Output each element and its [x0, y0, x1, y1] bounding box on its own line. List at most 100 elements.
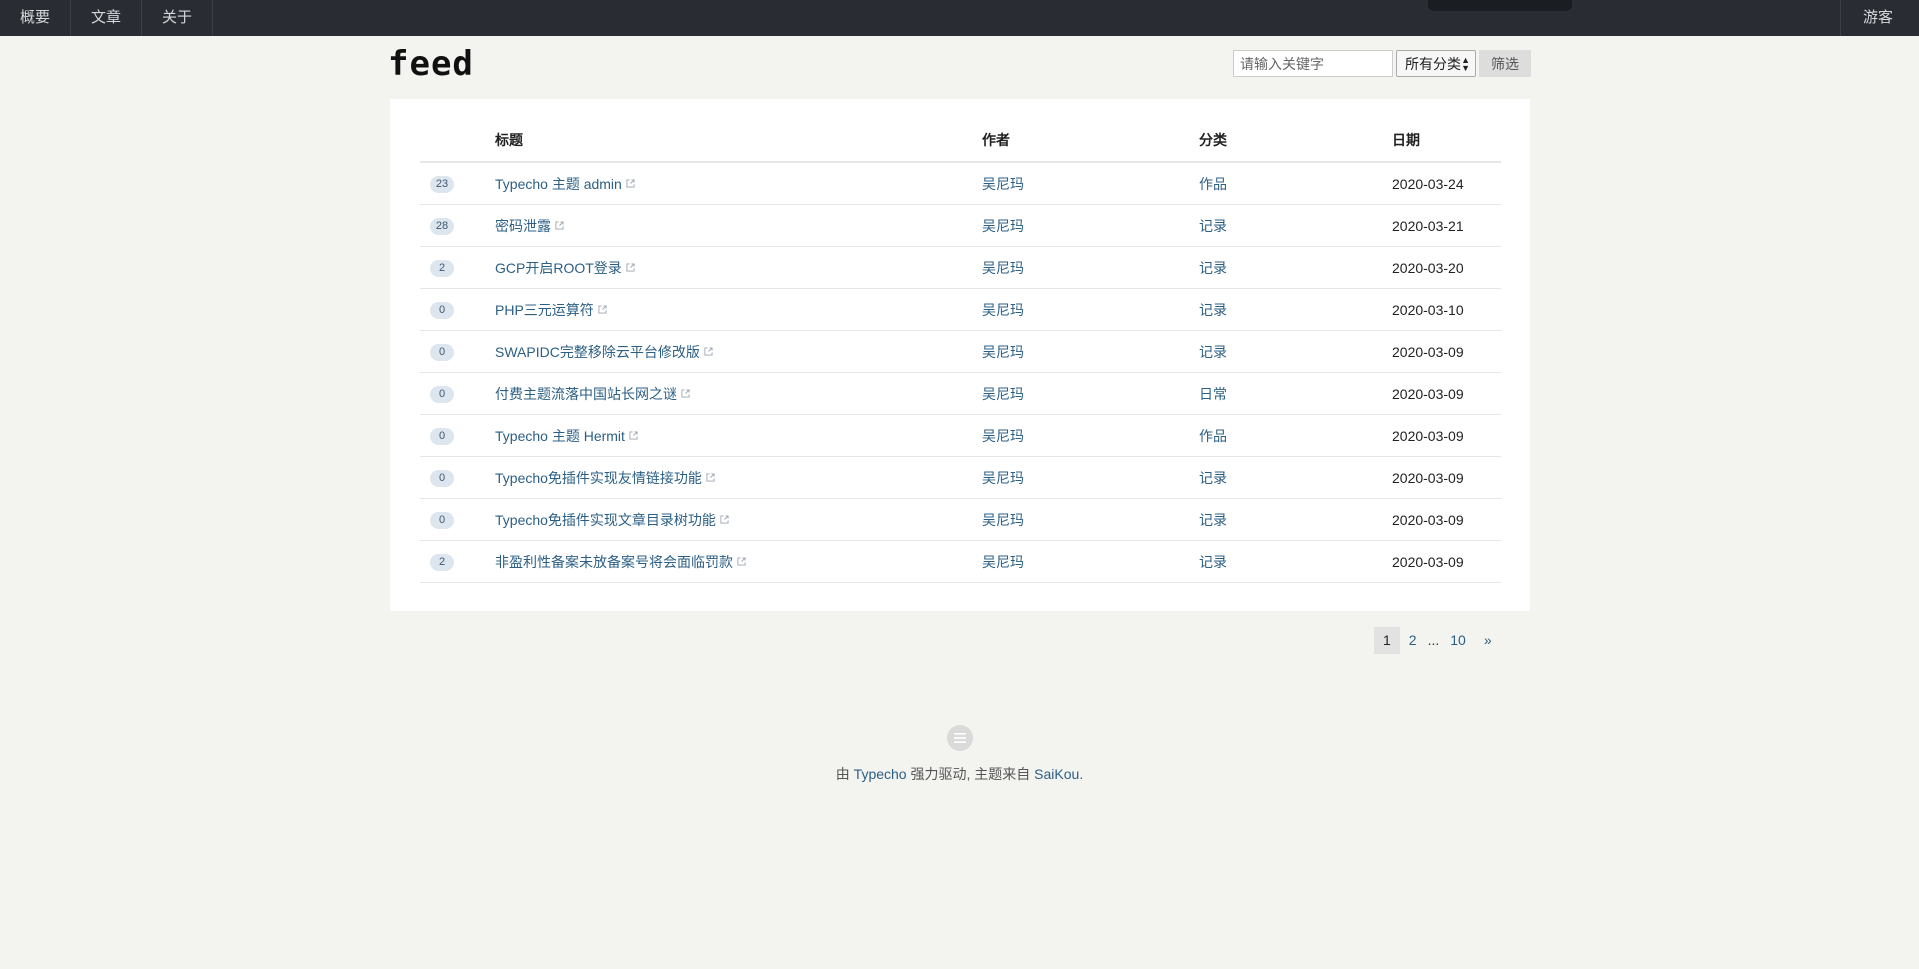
category-link[interactable]: 作品	[1199, 176, 1227, 192]
comment-count-cell: 0	[420, 498, 495, 541]
external-link-icon[interactable]	[555, 220, 564, 230]
author-link[interactable]: 吴尼玛	[982, 176, 1024, 192]
comment-count-cell: 2	[420, 246, 495, 289]
header-title: 标题	[495, 119, 982, 163]
theme-link[interactable]: SaiKou	[1034, 766, 1079, 782]
category-cell: 记录	[1199, 288, 1392, 331]
post-title-link[interactable]: 密码泄露	[495, 218, 551, 234]
external-link-icon[interactable]	[720, 514, 729, 524]
comment-count-cell: 23	[420, 162, 495, 205]
author-cell: 吴尼玛	[982, 162, 1199, 205]
author-cell: 吴尼玛	[982, 414, 1199, 457]
post-title-link[interactable]: Typecho 主题 Hermit	[495, 428, 625, 444]
category-cell: 作品	[1199, 162, 1392, 205]
site-logo[interactable]: feed	[388, 44, 474, 84]
tooltip-popup	[1428, 0, 1572, 11]
category-link[interactable]: 记录	[1199, 512, 1227, 528]
typecho-link[interactable]: Typecho	[854, 766, 907, 782]
comment-count-badge[interactable]: 2	[430, 554, 454, 571]
page-last[interactable]: 10	[1441, 627, 1475, 654]
table-row: 0 PHP三元运算符 吴尼玛 记录 2020-03-10	[420, 288, 1501, 331]
comment-count-badge[interactable]: 23	[430, 176, 454, 193]
category-link[interactable]: 作品	[1199, 428, 1227, 444]
table-row: 0 Typecho免插件实现文章目录树功能 吴尼玛 记录 2020-03-09	[420, 498, 1501, 541]
page-1[interactable]: 1	[1374, 627, 1400, 654]
category-link[interactable]: 记录	[1199, 470, 1227, 486]
date-cell: 2020-03-09	[1392, 330, 1501, 373]
category-select[interactable]: 所有分类 ▲ ▼	[1396, 50, 1476, 77]
category-link[interactable]: 日常	[1199, 386, 1227, 402]
page-next[interactable]: »	[1475, 627, 1501, 654]
post-title-link[interactable]: GCP开启ROOT登录	[495, 260, 622, 276]
header-date: 日期	[1392, 119, 1501, 163]
author-link[interactable]: 吴尼玛	[982, 302, 1024, 318]
date-cell: 2020-03-09	[1392, 540, 1501, 583]
author-link[interactable]: 吴尼玛	[982, 470, 1024, 486]
posts-table: 标题 作者 分类 日期 23 Typecho 主题 admin 吴尼玛 作品 2…	[420, 119, 1501, 583]
comment-count-badge[interactable]: 0	[430, 386, 454, 403]
post-title-link[interactable]: 非盈利性备案未放备案号将会面临罚款	[495, 554, 733, 570]
category-link[interactable]: 记录	[1199, 554, 1227, 570]
nav-item-overview[interactable]: 概要	[0, 0, 72, 36]
comment-count-badge[interactable]: 0	[430, 512, 454, 529]
author-link[interactable]: 吴尼玛	[982, 386, 1024, 402]
category-link[interactable]: 记录	[1199, 302, 1227, 318]
post-title-link[interactable]: Typecho 主题 admin	[495, 176, 622, 192]
external-link-icon[interactable]	[706, 472, 715, 482]
external-link-icon[interactable]	[737, 556, 746, 566]
external-link-icon[interactable]	[626, 178, 635, 188]
search-input[interactable]	[1233, 50, 1393, 77]
comment-count-badge[interactable]: 2	[430, 260, 454, 277]
external-link-icon[interactable]	[598, 304, 607, 314]
post-title-link[interactable]: Typecho免插件实现文章目录树功能	[495, 512, 716, 528]
author-link[interactable]: 吴尼玛	[982, 344, 1024, 360]
comment-count-badge[interactable]: 0	[430, 344, 454, 361]
author-link[interactable]: 吴尼玛	[982, 428, 1024, 444]
category-link[interactable]: 记录	[1199, 344, 1227, 360]
title-cell: PHP三元运算符	[495, 288, 982, 331]
footer-prefix: 由	[835, 766, 854, 782]
comment-count-badge[interactable]: 0	[430, 428, 454, 445]
external-link-icon[interactable]	[681, 388, 690, 398]
nav-item-about[interactable]: 关于	[142, 0, 214, 36]
title-cell: Typecho 主题 admin	[495, 162, 982, 205]
page-2[interactable]: 2	[1400, 627, 1426, 654]
category-cell: 记录	[1199, 540, 1392, 583]
category-link[interactable]: 记录	[1199, 260, 1227, 276]
table-row: 0 SWAPIDC完整移除云平台修改版 吴尼玛 记录 2020-03-09	[420, 330, 1501, 373]
author-link[interactable]: 吴尼玛	[982, 512, 1024, 528]
top-navbar: 概要 文章 关于 游客	[0, 0, 1919, 36]
post-title-link[interactable]: Typecho免插件实现友情链接功能	[495, 470, 702, 486]
external-link-icon[interactable]	[626, 262, 635, 272]
top-menu: 概要 文章 关于	[0, 0, 1919, 36]
user-menu[interactable]: 游客	[1839, 0, 1919, 36]
filter-button[interactable]: 筛选	[1479, 50, 1531, 77]
category-cell: 记录	[1199, 330, 1392, 373]
title-cell: Typecho免插件实现文章目录树功能	[495, 498, 982, 541]
author-cell: 吴尼玛	[982, 456, 1199, 499]
date-cell: 2020-03-20	[1392, 246, 1501, 289]
external-link-icon[interactable]	[704, 346, 713, 356]
author-link[interactable]: 吴尼玛	[982, 554, 1024, 570]
date-cell: 2020-03-24	[1392, 162, 1501, 205]
title-cell: 付费主题流落中国站长网之谜	[495, 372, 982, 415]
date-cell: 2020-03-09	[1392, 414, 1501, 457]
comment-count-badge[interactable]: 28	[430, 218, 454, 235]
footer-suffix: .	[1079, 766, 1084, 782]
author-link[interactable]: 吴尼玛	[982, 260, 1024, 276]
post-title-link[interactable]: 付费主题流落中国站长网之谜	[495, 386, 677, 402]
author-link[interactable]: 吴尼玛	[982, 218, 1024, 234]
nav-item-posts[interactable]: 文章	[71, 0, 143, 36]
post-title-link[interactable]: SWAPIDC完整移除云平台修改版	[495, 344, 700, 360]
title-cell: Typecho免插件实现友情链接功能	[495, 456, 982, 499]
posts-panel: 标题 作者 分类 日期 23 Typecho 主题 admin 吴尼玛 作品 2…	[390, 99, 1530, 611]
comment-count-cell: 28	[420, 204, 495, 247]
comment-count-badge[interactable]: 0	[430, 470, 454, 487]
external-link-icon[interactable]	[629, 430, 638, 440]
comment-count-badge[interactable]: 0	[430, 302, 454, 319]
category-link[interactable]: 记录	[1199, 218, 1227, 234]
author-cell: 吴尼玛	[982, 204, 1199, 247]
category-cell: 记录	[1199, 456, 1392, 499]
menu-icon[interactable]	[947, 725, 973, 751]
post-title-link[interactable]: PHP三元运算符	[495, 302, 594, 318]
